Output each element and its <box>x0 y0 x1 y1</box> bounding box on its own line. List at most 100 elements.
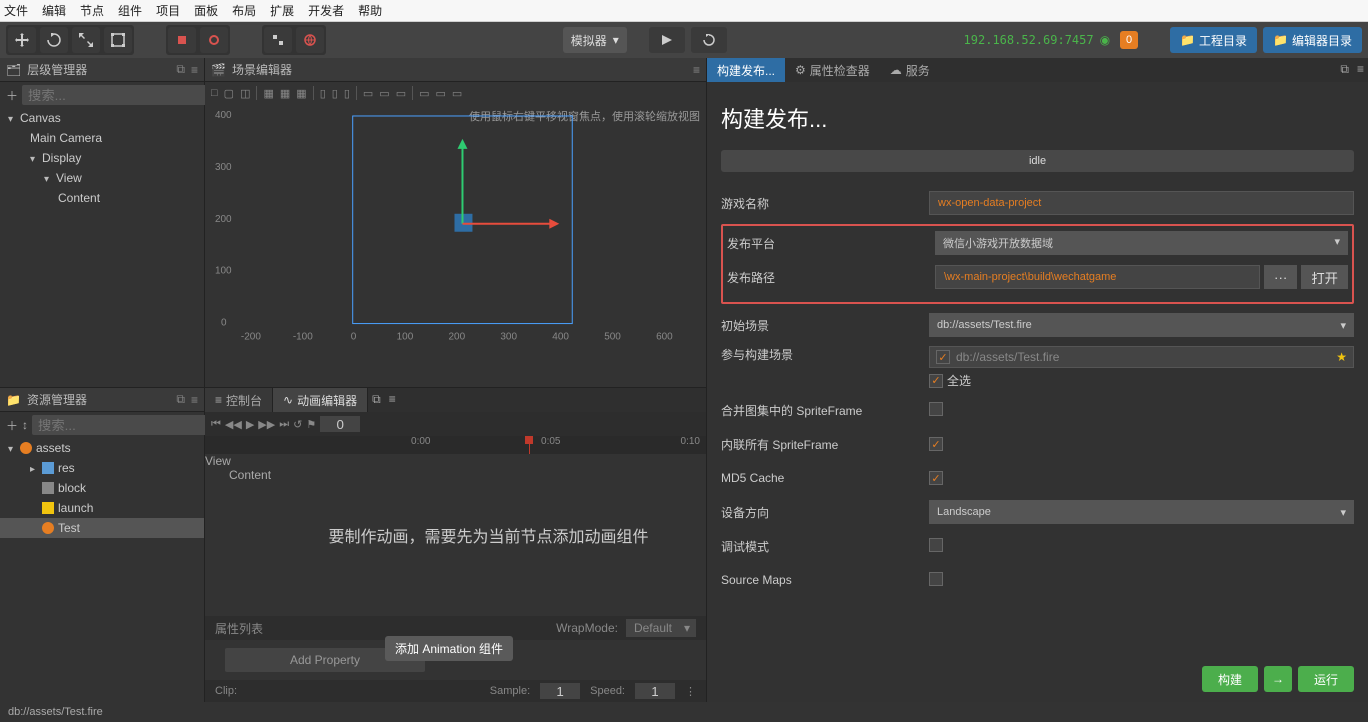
game-name-input[interactable] <box>929 191 1354 215</box>
menu-item[interactable]: 文件 <box>4 2 28 19</box>
last-frame-icon[interactable]: ⏭ <box>279 418 289 431</box>
pivot-icon[interactable] <box>200 27 228 53</box>
menu-icon[interactable]: ≡ <box>385 388 400 412</box>
browse-button[interactable]: ··· <box>1264 265 1297 289</box>
menu-icon[interactable]: ≡ <box>1353 58 1368 82</box>
panel-title: 场景编辑器 <box>232 61 292 78</box>
md5-checkbox[interactable] <box>929 471 943 485</box>
rotate-tool-icon[interactable] <box>40 27 68 53</box>
assets-tree[interactable]: assets res block launch Test <box>0 438 204 702</box>
menu-item[interactable]: 开发者 <box>308 2 344 19</box>
anim-node[interactable]: View <box>205 454 271 468</box>
next-frame-icon[interactable]: ▶▶ <box>258 418 275 431</box>
game-name-label: 游戏名称 <box>721 195 921 212</box>
scene-viewport[interactable]: 使用鼠标右键平移视窗焦点，使用滚轮缩放视图 400 300 200 100 0 … <box>205 104 706 387</box>
frame-input[interactable] <box>320 416 360 432</box>
play-icon[interactable]: ▶ <box>246 418 254 431</box>
menu-item[interactable]: 帮助 <box>358 2 382 19</box>
orient-select[interactable]: Landscape <box>929 500 1354 524</box>
tool-icon[interactable]: ▯ <box>332 87 338 100</box>
move-tool-icon[interactable] <box>8 27 36 53</box>
tool-icon[interactable]: ▯ <box>320 87 326 100</box>
srcmap-checkbox[interactable] <box>929 572 943 586</box>
sample-input[interactable] <box>540 683 580 699</box>
debug-checkbox[interactable] <box>929 538 943 552</box>
tool-icon[interactable]: ▯ <box>344 87 350 100</box>
tool-icon[interactable]: □ <box>211 87 218 99</box>
tool-icon[interactable]: ▦ <box>280 87 290 100</box>
align-icon[interactable] <box>264 27 292 53</box>
menu-item[interactable]: 组件 <box>118 2 142 19</box>
assets-search-input[interactable] <box>32 415 221 435</box>
tool-icon[interactable]: ▦ <box>296 87 306 100</box>
add-animation-tooltip[interactable]: 添加 Animation 组件 <box>385 636 513 661</box>
tool-icon[interactable]: ▭ <box>452 87 462 100</box>
menu-icon[interactable]: ≡ <box>191 63 198 77</box>
menu-item[interactable]: 节点 <box>80 2 104 19</box>
menu-item[interactable]: 面板 <box>194 2 218 19</box>
hierarchy-tree[interactable]: Canvas Main Camera Display View Content <box>0 108 204 387</box>
popout-icon[interactable]: ⧉ <box>176 62 185 77</box>
add-icon[interactable]: ＋ <box>6 87 18 104</box>
tab-build[interactable]: 构建发布... <box>707 58 785 82</box>
tab-inspector[interactable]: ⚙属性检查器 <box>785 58 880 82</box>
build-button[interactable]: 构建 <box>1202 666 1258 692</box>
popout-icon[interactable]: ⧉ <box>176 392 185 407</box>
tool-icon[interactable]: ▭ <box>436 87 446 100</box>
stop-icon[interactable]: ↺ <box>293 418 302 431</box>
hierarchy-search-input[interactable] <box>22 85 211 105</box>
tool-icon[interactable]: ▭ <box>419 87 429 100</box>
speed-input[interactable] <box>635 683 675 699</box>
menu-icon[interactable]: ≡ <box>191 393 198 407</box>
notification-badge[interactable]: 0 <box>1120 31 1138 49</box>
tool-icon[interactable]: ▭ <box>363 87 373 100</box>
clip-select[interactable] <box>247 683 347 699</box>
scene-list-item[interactable]: db://assets/Test.fire ★ <box>929 346 1354 368</box>
tool-icon[interactable]: ▢ <box>224 87 234 100</box>
menu-item[interactable]: 项目 <box>156 2 180 19</box>
sort-icon[interactable]: ↕ <box>22 418 28 432</box>
tool-icon[interactable]: ▭ <box>396 87 406 100</box>
path-input[interactable] <box>935 265 1260 289</box>
project-dir-button[interactable]: 📁工程目录 <box>1170 27 1257 53</box>
build-next-button[interactable]: → <box>1264 666 1292 692</box>
merge-checkbox[interactable] <box>929 402 943 416</box>
anchor-icon[interactable] <box>168 27 196 53</box>
rect-tool-icon[interactable] <box>104 27 132 53</box>
tab-services[interactable]: ☁服务 <box>880 58 940 82</box>
first-frame-icon[interactable]: ⏮ <box>211 418 221 431</box>
scale-tool-icon[interactable] <box>72 27 100 53</box>
preview-target-select[interactable]: 模拟器▾ <box>563 27 627 53</box>
refresh-button-icon[interactable] <box>691 27 727 53</box>
menu-item[interactable]: 布局 <box>232 2 256 19</box>
speed-label: Speed: <box>590 685 625 697</box>
tab-anim[interactable]: ∿动画编辑器 <box>273 388 368 412</box>
editor-dir-button[interactable]: 📁编辑器目录 <box>1263 27 1362 53</box>
menu-icon[interactable]: ≡ <box>693 63 700 77</box>
scene-checkbox[interactable] <box>936 350 950 364</box>
tool-icon[interactable]: ◫ <box>240 87 250 100</box>
initscene-select[interactable]: db://assets/Test.fire <box>929 313 1354 337</box>
world-icon[interactable] <box>296 27 324 53</box>
selectall-checkbox[interactable] <box>929 374 943 388</box>
anim-node[interactable]: Content <box>205 468 271 482</box>
popout-icon[interactable]: ⧉ <box>368 388 385 412</box>
star-icon[interactable]: ★ <box>1336 350 1347 364</box>
tab-console[interactable]: ≡控制台 <box>205 388 273 412</box>
tool-icon[interactable]: ▦ <box>263 87 273 100</box>
play-button-icon[interactable] <box>649 27 685 53</box>
tool-icon[interactable]: ▭ <box>379 87 389 100</box>
menu-item[interactable]: 扩展 <box>270 2 294 19</box>
inline-checkbox[interactable] <box>929 437 943 451</box>
event-icon[interactable]: ⚑ <box>306 418 316 431</box>
wrapmode-select[interactable]: Default <box>626 619 696 637</box>
more-icon[interactable]: ⋮ <box>685 685 696 698</box>
add-icon[interactable]: ＋ <box>6 417 18 434</box>
open-button[interactable]: 打开 <box>1301 265 1348 289</box>
platform-select[interactable]: 微信小游戏开放数据域 <box>935 231 1348 255</box>
menu-item[interactable]: 编辑 <box>42 2 66 19</box>
srcmap-label: Source Maps <box>721 573 921 587</box>
run-button[interactable]: 运行 <box>1298 666 1354 692</box>
popout-icon[interactable]: ⧉ <box>1336 58 1353 82</box>
prev-frame-icon[interactable]: ◀◀ <box>225 418 242 431</box>
